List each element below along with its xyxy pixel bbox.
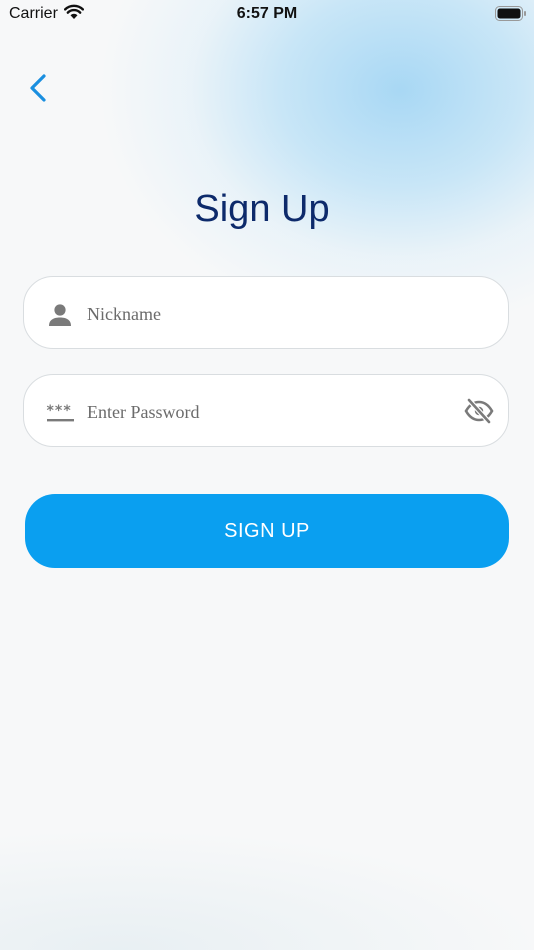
- password-dots-icon: ***: [46, 399, 76, 432]
- background-glow: [0, 0, 534, 950]
- eye-off-icon[interactable]: [464, 397, 494, 430]
- nickname-field[interactable]: [23, 276, 509, 349]
- sign-up-button[interactable]: SIGN UP: [25, 494, 509, 568]
- page-title: Sign Up: [194, 188, 330, 230]
- status-time: 6:57 PM: [236, 5, 298, 22]
- chevron-left-icon: [30, 74, 46, 102]
- svg-text:***: ***: [46, 403, 71, 419]
- battery-icon: [495, 6, 527, 27]
- status-bar: Carrier 6:57 PM: [0, 0, 534, 30]
- password-input[interactable]: [85, 395, 449, 429]
- person-icon: [46, 301, 74, 334]
- nickname-input[interactable]: [85, 297, 449, 331]
- password-field[interactable]: ***: [23, 374, 509, 447]
- back-button[interactable]: [24, 70, 56, 106]
